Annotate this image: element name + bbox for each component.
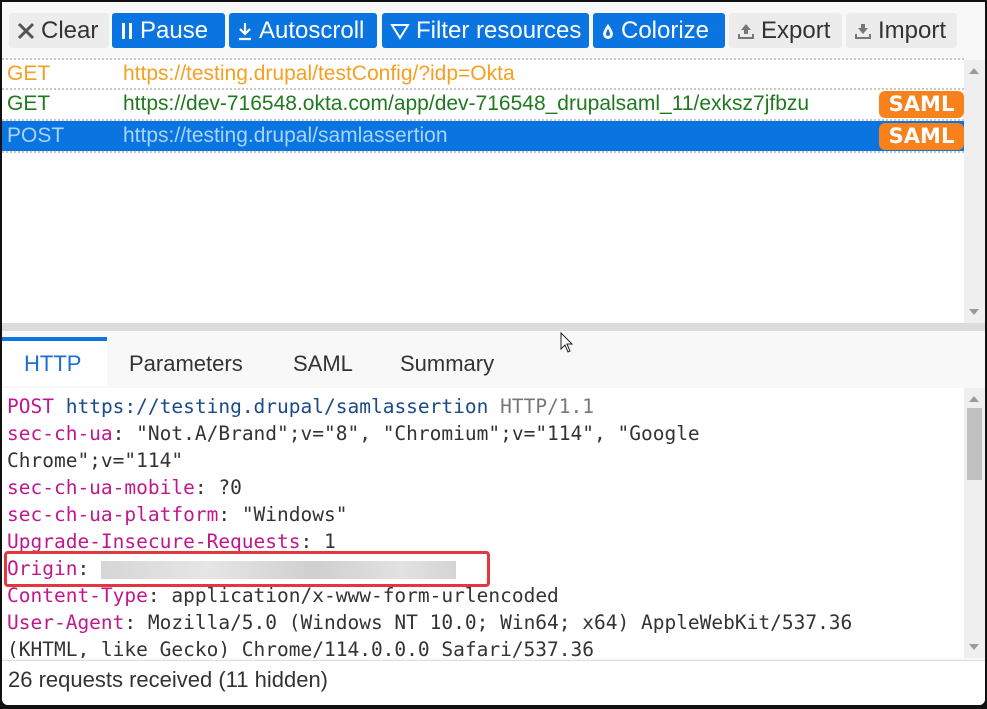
- autoscroll-button[interactable]: Autoscroll: [229, 13, 377, 48]
- request-url: https://dev-716548.okta.com/app/dev-7165…: [123, 92, 810, 115]
- http-detail-pane: POST https://testing.drupal/samlassertio…: [2, 388, 964, 658]
- header-value: 1: [323, 530, 336, 553]
- request-url: https://testing.drupal/samlassertion: [123, 124, 448, 147]
- header-name: sec-ch-ua-platform: [7, 503, 219, 526]
- scrollbar-thumb[interactable]: [967, 408, 982, 480]
- status-bar: 26 requests received (11 hidden): [2, 660, 985, 705]
- clear-button[interactable]: Clear: [9, 13, 109, 48]
- filter-resources-button[interactable]: Filter resources: [382, 13, 589, 48]
- request-row[interactable]: GET https://testing.drupal/testConfig/?i…: [2, 60, 964, 88]
- request-method: POST: [7, 124, 65, 147]
- download-arrow-icon: [237, 21, 253, 41]
- drop-icon: [601, 21, 615, 41]
- tab-saml[interactable]: SAML: [271, 337, 375, 386]
- header-name: Upgrade-Insecure-Requests: [7, 530, 301, 553]
- import-icon: [854, 22, 872, 40]
- filter-icon: [390, 22, 410, 40]
- header-value: "Windows": [241, 503, 348, 526]
- tab-http[interactable]: HTTP: [2, 337, 107, 386]
- request-list: GET https://testing.drupal/testConfig/?i…: [2, 60, 964, 323]
- filter-resources-button-label: Filter resources: [416, 16, 582, 44]
- tab-summary[interactable]: Summary: [378, 337, 516, 386]
- header-value: Mozilla/5.0 (Windows NT 10.0; Win64; x64…: [7, 611, 853, 658]
- colorize-button-label: Colorize: [621, 16, 710, 44]
- pause-button-label: Pause: [140, 16, 209, 44]
- autoscroll-button-label: Autoscroll: [259, 16, 365, 44]
- export-button-label: Export: [761, 16, 831, 44]
- header-value: application/x-www-form-urlencoded: [171, 584, 559, 607]
- detail-scrollbar[interactable]: [964, 388, 985, 658]
- request-method: GET: [7, 62, 51, 85]
- header-name: sec-ch-ua: [7, 422, 113, 445]
- pause-button[interactable]: Pause: [112, 13, 225, 48]
- row-divider: [2, 151, 964, 153]
- clear-button-label: Clear: [41, 16, 99, 44]
- saml-badge: SAML: [879, 91, 964, 118]
- detail-tabs: HTTP Parameters SAML Summary: [2, 331, 985, 386]
- origin-highlight-box: [4, 551, 490, 587]
- request-method: GET: [7, 92, 51, 115]
- request-row-selected[interactable]: POST https://testing.drupal/samlassertio…: [2, 121, 964, 151]
- export-button[interactable]: Export: [729, 13, 842, 48]
- scroll-up-arrow-icon[interactable]: [969, 396, 979, 402]
- saml-badge: SAML: [879, 123, 964, 150]
- mouse-cursor-icon: [560, 331, 574, 359]
- scroll-up-arrow-icon[interactable]: [969, 68, 979, 74]
- scroll-down-arrow-icon[interactable]: [969, 309, 979, 315]
- scroll-down-arrow-icon[interactable]: [969, 644, 979, 650]
- header-value: ?0: [218, 476, 242, 499]
- export-icon: [737, 22, 755, 40]
- header-name: Content-Type: [7, 584, 148, 607]
- toolbar: Clear Pause Autoscroll Filter resources …: [2, 2, 985, 58]
- request-list-scrollbar[interactable]: [964, 60, 985, 323]
- request-row[interactable]: GET https://dev-716548.okta.com/app/dev-…: [2, 90, 964, 118]
- saml-tracer-window: Clear Pause Autoscroll Filter resources …: [2, 2, 985, 705]
- pause-icon: [120, 21, 134, 41]
- tab-parameters[interactable]: Parameters: [107, 337, 265, 386]
- pane-splitter[interactable]: [2, 323, 985, 331]
- http-version: HTTP/1.1: [500, 395, 595, 418]
- request-url: https://testing.drupal/testConfig/?idp=O…: [123, 62, 515, 85]
- http-request-text: POST https://testing.drupal/samlassertio…: [7, 393, 852, 658]
- close-icon: [17, 22, 35, 40]
- header-name: User-Agent: [7, 611, 125, 634]
- request-url: https://testing.drupal/samlassertion: [65, 395, 489, 418]
- colorize-button[interactable]: Colorize: [593, 13, 725, 48]
- request-method: POST: [7, 395, 54, 418]
- import-button-label: Import: [878, 16, 947, 44]
- import-button[interactable]: Import: [846, 13, 957, 48]
- header-name: sec-ch-ua-mobile: [7, 476, 195, 499]
